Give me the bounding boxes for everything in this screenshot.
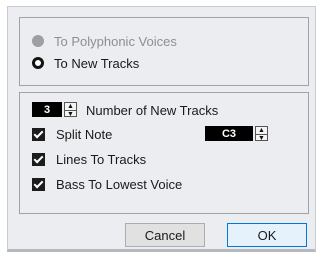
radio-polyphonic-voices: To Polyphonic Voices <box>32 32 177 50</box>
stepper-arrows[interactable]: ▲ ▼ <box>64 102 77 118</box>
number-of-tracks-label: Number of New Tracks <box>86 102 219 118</box>
spin-up-icon[interactable]: ▲ <box>65 103 76 110</box>
radio-label[interactable]: To New Tracks <box>54 56 139 71</box>
split-note-stepper[interactable]: C3 ▲ ▼ <box>205 126 268 142</box>
ok-button[interactable]: OK <box>227 223 307 247</box>
options-group: 3 ▲ ▼ Number of New Tracks Split Note C3… <box>19 92 309 214</box>
radio-label: To Polyphonic Voices <box>54 33 177 49</box>
radio-button-icon[interactable] <box>32 57 44 69</box>
spin-down-icon[interactable]: ▼ <box>65 110 76 118</box>
checkbox-label[interactable]: Bass To Lowest Voice <box>56 177 182 192</box>
radio-button-icon <box>32 35 44 47</box>
checkbox-checked-icon[interactable] <box>32 127 45 141</box>
cancel-button[interactable]: Cancel <box>125 223 205 247</box>
bass-to-lowest-voice-checkbox[interactable]: Bass To Lowest Voice <box>32 175 182 193</box>
checkbox-checked-icon[interactable] <box>32 152 45 166</box>
checkbox-label[interactable]: Lines To Tracks <box>56 152 146 167</box>
number-of-tracks-stepper[interactable]: 3 ▲ ▼ <box>32 102 77 118</box>
checkbox-checked-icon[interactable] <box>32 177 45 191</box>
split-note-value[interactable]: C3 <box>205 126 253 141</box>
output-mode-group: To Polyphonic Voices To New Tracks <box>19 17 309 86</box>
checkbox-label[interactable]: Split Note <box>56 127 112 142</box>
dialog: To Polyphonic Voices To New Tracks 3 ▲ ▼… <box>7 6 316 252</box>
radio-new-tracks[interactable]: To New Tracks <box>32 54 139 72</box>
lines-to-tracks-checkbox[interactable]: Lines To Tracks <box>32 150 146 168</box>
spin-down-icon[interactable]: ▼ <box>256 134 267 142</box>
split-note-checkbox[interactable]: Split Note <box>32 125 112 143</box>
spin-up-icon[interactable]: ▲ <box>256 127 267 134</box>
stepper-arrows[interactable]: ▲ ▼ <box>255 126 268 142</box>
number-of-tracks-value[interactable]: 3 <box>32 102 62 117</box>
